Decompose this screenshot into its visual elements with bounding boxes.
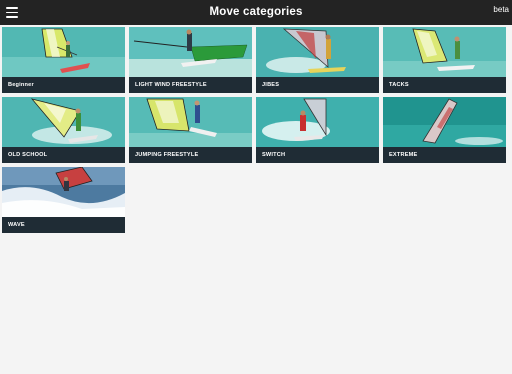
category-tile-wave[interactable]: WAVE bbox=[2, 167, 125, 233]
category-label: Beginner bbox=[2, 77, 125, 93]
category-image-light-wind-freestyle bbox=[129, 27, 252, 77]
category-tile-light-wind-freestyle[interactable]: LIGHT WIND FREESTYLE bbox=[129, 27, 252, 93]
category-label: JIBES bbox=[256, 77, 379, 93]
category-grid: Beginner LIGHT WIND FREESTYLE JIBES TACK… bbox=[2, 27, 510, 233]
category-label: TACKS bbox=[383, 77, 506, 93]
category-image-wave bbox=[2, 167, 125, 217]
category-tile-extreme[interactable]: EXTREME bbox=[383, 97, 506, 163]
category-label: OLD SCHOOL bbox=[2, 147, 125, 163]
category-label: WAVE bbox=[2, 217, 125, 233]
beta-badge: beta bbox=[493, 5, 509, 14]
category-tile-switch[interactable]: SWITCH bbox=[256, 97, 379, 163]
category-tile-jumping-freestyle[interactable]: JUMPING FREESTYLE bbox=[129, 97, 252, 163]
app-bar: Move categories beta bbox=[0, 0, 512, 25]
category-image-jibes bbox=[256, 27, 379, 77]
category-tile-tacks[interactable]: TACKS bbox=[383, 27, 506, 93]
category-tile-jibes[interactable]: JIBES bbox=[256, 27, 379, 93]
category-image-old-school bbox=[2, 97, 125, 147]
category-image-switch bbox=[256, 97, 379, 147]
category-label: SWITCH bbox=[256, 147, 379, 163]
category-tile-old-school[interactable]: OLD SCHOOL bbox=[2, 97, 125, 163]
category-image-beginner bbox=[2, 27, 125, 77]
category-image-extreme bbox=[383, 97, 506, 147]
category-label: JUMPING FREESTYLE bbox=[129, 147, 252, 163]
category-label: EXTREME bbox=[383, 147, 506, 163]
category-image-tacks bbox=[383, 27, 506, 77]
category-tile-beginner[interactable]: Beginner bbox=[2, 27, 125, 93]
page-title: Move categories bbox=[209, 6, 303, 18]
category-image-jumping-freestyle bbox=[129, 97, 252, 147]
category-label: LIGHT WIND FREESTYLE bbox=[129, 77, 252, 93]
